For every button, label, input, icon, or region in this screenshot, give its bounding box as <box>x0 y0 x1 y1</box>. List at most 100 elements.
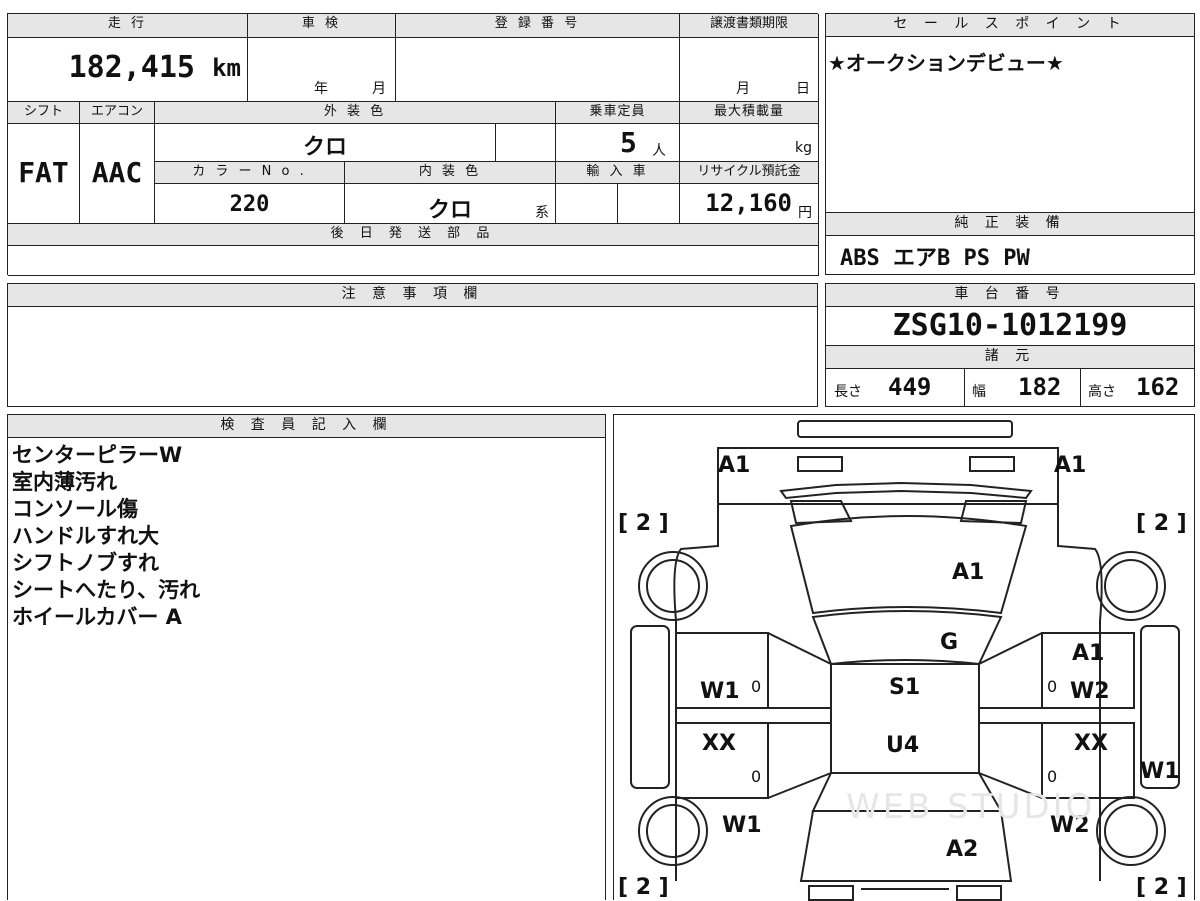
car-diagram <box>630 420 1180 901</box>
later-parts-cell <box>8 246 819 276</box>
left-side-panel <box>630 625 670 789</box>
mark-roof-lower: U4 <box>886 733 920 758</box>
exterior-color-cell: クロ <box>155 124 496 162</box>
mark-front-right: A1 <box>1054 453 1087 478</box>
front-bumper <box>797 420 1013 438</box>
zero-mark: 0 <box>1047 677 1058 696</box>
equipment-text: ABS エアB PS PW <box>840 246 1030 271</box>
chassis-panel: 車 台 番 号 ZSG10-1012199 諸 元 長さ 449 幅 182 高… <box>825 283 1195 407</box>
aircon-value: AAC <box>91 156 143 189</box>
rear-bumper-left <box>808 885 854 901</box>
wheel-front-left <box>638 551 708 621</box>
max-load-label: 最大積載量 <box>680 102 819 124</box>
mileage-unit: km <box>212 54 241 82</box>
shift-cell: FAT <box>8 124 80 224</box>
recycle-fee-cell: 12,160 円 <box>680 184 819 224</box>
inspector-line: シートへたり、汚れ <box>12 578 201 602</box>
mark-rear: A2 <box>946 837 979 862</box>
inspection-cell: 年 月 <box>248 38 396 102</box>
headlight-left <box>797 456 843 472</box>
recycle-fee-label: リサイクル預託金 <box>680 162 819 184</box>
wheel-front-right <box>1096 551 1166 621</box>
inspector-line: センターピラーW <box>12 443 183 467</box>
zero-mark: 0 <box>751 767 762 786</box>
notes-label: 注 意 事 項 欄 <box>8 284 817 307</box>
mark-right-rear-door: XX <box>1074 731 1108 756</box>
later-parts-label: 後 日 発 送 部 品 <box>8 224 819 246</box>
mark-left-rear-door: XX <box>702 731 736 756</box>
mark-front-left: A1 <box>718 453 751 478</box>
height-value: 162 <box>1136 373 1180 401</box>
exterior-color-label: 外 装 色 <box>155 102 556 124</box>
mark-right-side: W1 <box>1140 759 1180 784</box>
capacity-label: 乗車定員 <box>556 102 680 124</box>
left-door-edge <box>767 632 832 799</box>
sales-point-panel: セ ー ル ス ポ イ ン ト ★オークションデビュー★ <box>825 13 1195 213</box>
tire-mark-bl: [ 2 ] <box>618 875 669 900</box>
height-label: 高さ <box>1088 384 1116 400</box>
inspection-label: 車 検 <box>248 14 396 38</box>
windshield <box>811 610 1003 666</box>
exterior-color-extra <box>496 124 556 162</box>
zero-mark: 0 <box>751 677 762 696</box>
interior-color-label: 内 装 色 <box>345 162 556 184</box>
watermark: WEB STUDIO <box>846 787 1096 827</box>
tire-mark-tl: [ 2 ] <box>618 511 669 536</box>
inspector-line: 室内薄汚れ <box>12 470 117 494</box>
width-cell: 幅 182 <box>964 369 1081 407</box>
chassis-value: ZSG10-1012199 <box>826 307 1194 346</box>
exterior-color-value: クロ <box>302 135 347 160</box>
color-no-label: カ ラ ー N o . <box>155 162 345 184</box>
notes-panel: 注 意 事 項 欄 <box>7 283 818 407</box>
width-label: 幅 <box>972 384 986 400</box>
chassis-label: 車 台 番 号 <box>826 284 1194 307</box>
aircon-cell: AAC <box>80 124 155 224</box>
capacity-cell: 5 人 <box>556 124 680 162</box>
inspector-line: コンソール傷 <box>12 497 138 521</box>
inspector-lines: センターピラーW 室内薄汚れ コンソール傷 ハンドルすれ大 シフトノブすれ シー… <box>8 438 605 635</box>
capacity-unit: 人 <box>652 143 666 159</box>
registration-cell <box>396 38 680 102</box>
headlight-right <box>969 456 1015 472</box>
right-door-edge <box>978 632 1043 799</box>
import-cell-a <box>556 184 618 224</box>
inspector-line: ハンドルすれ大 <box>12 524 159 548</box>
height-cell: 高さ 162 <box>1080 369 1196 407</box>
aircon-label: エアコン <box>80 102 155 124</box>
inspector-line: ホイールカバー A <box>12 605 182 629</box>
mileage-cell: 182,415 km <box>8 38 248 102</box>
length-label: 長さ <box>834 384 862 400</box>
recycle-value: 12,160 <box>705 189 792 217</box>
mileage-value: 182,415 <box>68 50 195 85</box>
grille <box>779 481 1033 500</box>
mark-windshield: G <box>940 630 959 655</box>
month-unit: 月 <box>372 81 386 97</box>
interior-suffix: 系 <box>535 205 549 221</box>
interior-color-value: クロ <box>427 198 472 223</box>
transfer-deadline-label: 譲渡書類期限 <box>680 14 819 38</box>
tire-mark-tr: [ 2 ] <box>1136 511 1187 536</box>
wheel-rear-left <box>638 796 708 866</box>
inspector-panel: 検 査 員 記 入 欄 センターピラーW 室内薄汚れ コンソール傷 ハンドルすれ… <box>7 414 606 900</box>
spec-row: 長さ 449 幅 182 高さ 162 <box>826 369 1194 407</box>
shift-label: シフト <box>8 102 80 124</box>
sales-point-text: ★オークションデビュー★ <box>828 51 1064 75</box>
mileage-label: 走 行 <box>8 14 248 38</box>
car-diagram-panel: A1 A1 A1 G S1 U4 A2 W1 XX W1 A1 W2 XX W1… <box>613 414 1195 901</box>
mark-right-front-door: W2 <box>1070 679 1110 704</box>
max-load-unit: kg <box>795 140 812 156</box>
registration-label: 登 録 番 号 <box>396 14 680 38</box>
zero-mark: 0 <box>1047 767 1058 786</box>
hood <box>789 515 1028 615</box>
spec-label: 諸 元 <box>826 346 1194 369</box>
deadline-month: 月 <box>736 81 750 97</box>
import-label: 輸 入 車 <box>556 162 680 184</box>
tire-mark-br: [ 2 ] <box>1136 875 1187 900</box>
equipment-label: 純 正 装 備 <box>826 213 1194 236</box>
mark-hood: A1 <box>952 560 985 585</box>
mark-right-front-fender: A1 <box>1072 641 1105 666</box>
transfer-deadline-cell: 月 日 <box>680 38 819 102</box>
wheel-rear-right <box>1096 796 1166 866</box>
shift-value: FAT <box>18 156 69 189</box>
sales-point-label: セ ー ル ス ポ イ ン ト <box>826 14 1194 37</box>
